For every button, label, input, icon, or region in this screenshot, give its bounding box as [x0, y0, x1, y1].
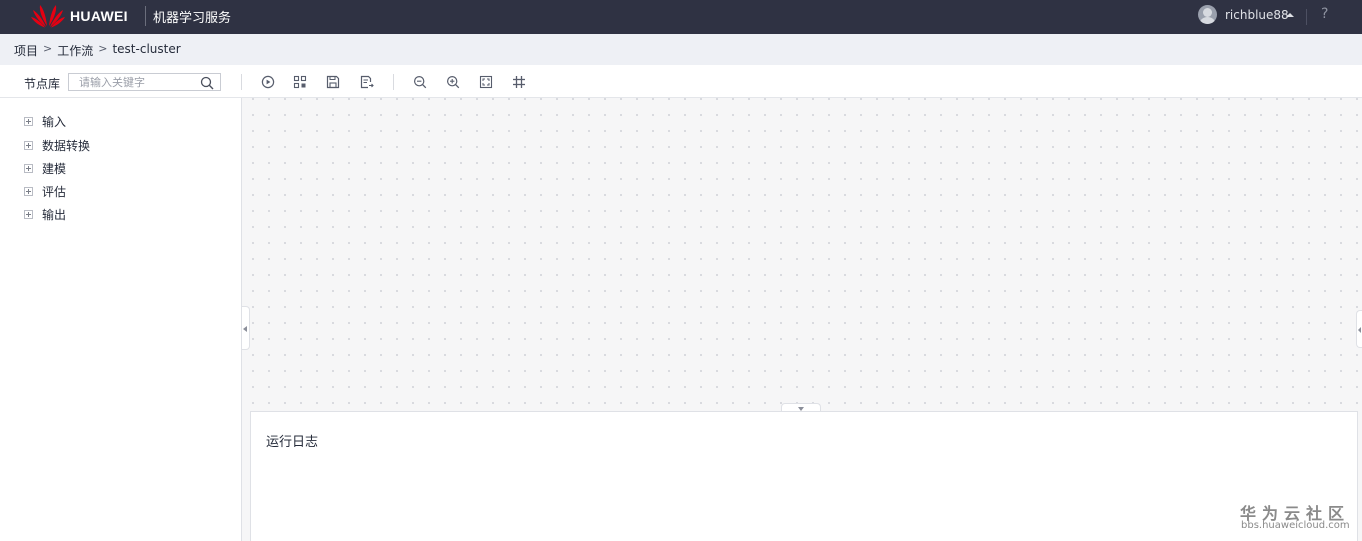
expand-icon[interactable]: [24, 209, 33, 219]
toolbar-divider: [393, 74, 394, 90]
service-title[interactable]: 机器学习服务: [153, 7, 231, 26]
export-button[interactable]: [359, 74, 375, 90]
topbar-divider: [1306, 9, 1307, 25]
play-circle-icon: [261, 75, 275, 89]
breadcrumb: 项目 > 工作流 > test-cluster: [14, 42, 181, 59]
save-button[interactable]: [325, 74, 341, 90]
zoom-out-button[interactable]: [412, 74, 428, 90]
caret-up-icon[interactable]: [1286, 13, 1294, 17]
brand-name: HUAWEI: [70, 8, 128, 24]
avatar[interactable]: [1198, 5, 1217, 24]
tree-item-label: 输出: [42, 207, 67, 222]
save-icon: [326, 75, 340, 89]
search-icon[interactable]: [200, 76, 214, 90]
tree-item-label: 输入: [42, 114, 67, 129]
toolbar: 节点库: [0, 65, 1362, 98]
tree-item-modeling[interactable]: 建模: [24, 159, 66, 177]
toolbar-divider: [241, 74, 242, 90]
expand-icon[interactable]: [24, 140, 33, 150]
brand-divider: [145, 6, 146, 26]
tree-item-label: 评估: [42, 184, 67, 199]
run-button[interactable]: [260, 74, 276, 90]
workflow-canvas[interactable]: [242, 98, 1362, 411]
tree-item-data-transform[interactable]: 数据转换: [24, 136, 90, 154]
breadcrumb-separator: >: [43, 42, 53, 55]
huawei-logo-icon[interactable]: [30, 2, 66, 28]
node-library-label: 节点库: [24, 77, 61, 91]
search-box: [68, 73, 221, 91]
top-navigation-bar: HUAWEI 机器学习服务 richblue88 ?: [0, 0, 1362, 34]
username[interactable]: richblue88: [1225, 8, 1289, 22]
breadcrumb-separator: >: [98, 42, 108, 55]
collapse-right-panel-handle[interactable]: [1356, 310, 1362, 348]
fit-view-button[interactable]: [478, 74, 494, 90]
export-icon: [360, 75, 374, 89]
zoom-out-icon: [413, 75, 427, 89]
zoom-in-button[interactable]: [445, 74, 461, 90]
auto-layout-button[interactable]: [292, 74, 308, 90]
expand-icon[interactable]: [24, 163, 33, 173]
search-input[interactable]: [79, 74, 199, 90]
help-icon[interactable]: ?: [1321, 6, 1328, 22]
log-panel-title: 运行日志: [266, 435, 319, 450]
fit-view-icon: [479, 75, 493, 89]
tree-item-evaluation[interactable]: 评估: [24, 182, 66, 200]
expand-icon[interactable]: [24, 116, 33, 126]
breadcrumb-item-project[interactable]: 项目: [14, 42, 38, 59]
node-library-panel: 输入 数据转换 建模 评估 输出: [0, 98, 242, 541]
grid-button[interactable]: [511, 74, 527, 90]
tree-item-input[interactable]: 输入: [24, 112, 66, 130]
collapse-left-panel-handle[interactable]: [242, 306, 250, 350]
expand-icon[interactable]: [24, 186, 33, 196]
breadcrumb-bar: 项目 > 工作流 > test-cluster: [0, 34, 1362, 65]
grid-icon: [513, 76, 525, 88]
breadcrumb-item-current: test-cluster: [112, 42, 181, 56]
zoom-in-icon: [446, 75, 460, 89]
breadcrumb-item-workflow[interactable]: 工作流: [57, 42, 93, 59]
tree-item-label: 建模: [42, 161, 67, 176]
layout-icon: [293, 75, 307, 89]
tree-item-label: 数据转换: [42, 138, 91, 153]
tree-item-output[interactable]: 输出: [24, 205, 66, 223]
run-log-panel: 运行日志: [250, 411, 1358, 541]
watermark-url: bbs.huaweicloud.com: [1241, 520, 1350, 531]
